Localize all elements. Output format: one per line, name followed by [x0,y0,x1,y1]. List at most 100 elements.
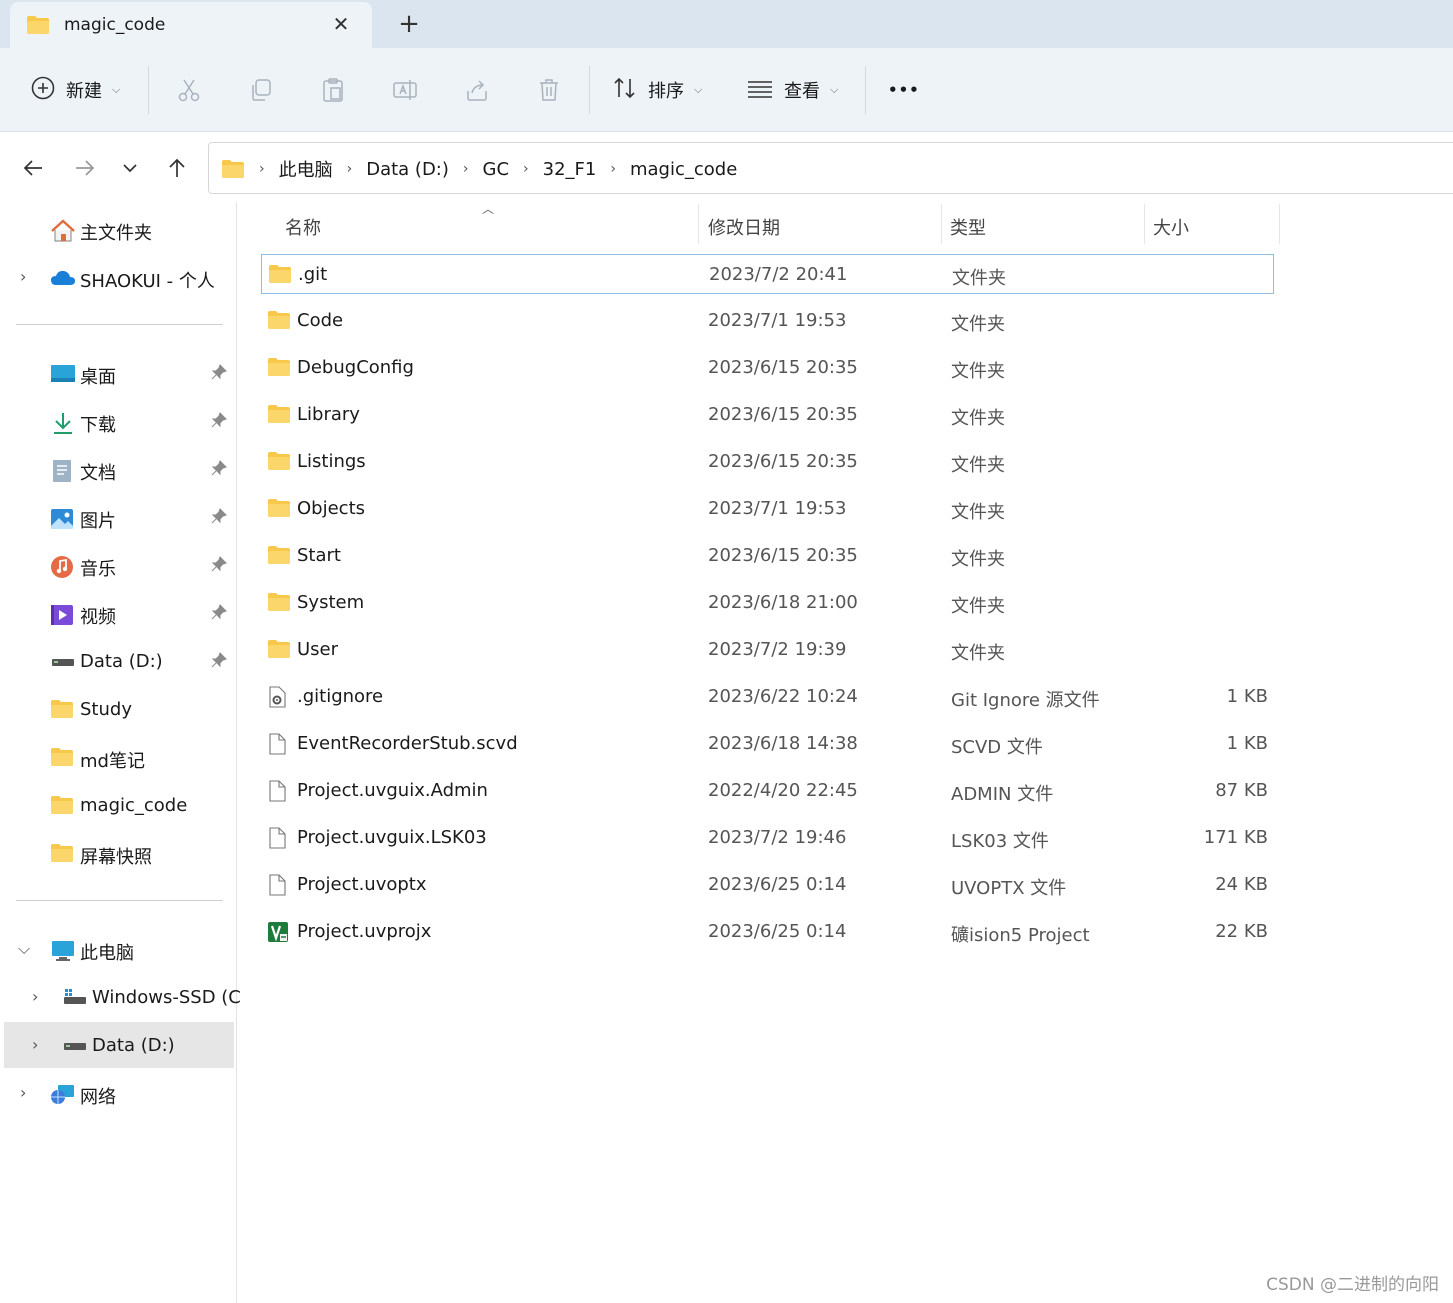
folder-icon [267,451,291,475]
view-button[interactable]: 查看 ⌵ [746,70,838,110]
file-row[interactable]: Start 2023/6/15 20:35 文件夹 [261,536,1274,576]
breadcrumb: › 此电脑 › Data (D:) › GC › 32_F1 › magic_c… [221,156,737,182]
delete-button[interactable] [531,72,567,108]
pin-icon[interactable] [211,652,227,672]
tab-magic-code[interactable]: magic_code ✕ [10,2,372,48]
file-row[interactable]: .gitignore 2023/6/22 10:24 Git Ignore 源文件 1… [261,677,1274,717]
sidebar-item-onedrive[interactable]: › SHAOKUI - 个人 [0,254,234,300]
chevron-down-icon[interactable]: ⌵ [18,939,30,959]
new-tab-button[interactable]: + [394,9,424,39]
trash-icon [540,79,558,101]
pin-icon[interactable] [211,364,227,384]
column-divider[interactable] [1144,204,1145,244]
folder-icon [267,639,291,663]
back-button[interactable] [15,150,51,186]
sidebar-item-pictures[interactable]: 图片 [0,494,234,540]
file-row[interactable]: EventRecorderStub.scvd 2023/6/18 14:38 SCV… [261,724,1274,764]
pictures-icon [50,507,74,529]
forward-button[interactable] [67,150,103,186]
sidebar-item-data-drive[interactable]: Data (D:) [0,638,234,684]
sidebar-item-study[interactable]: Study [0,686,234,732]
navigation-pane: 主文件夹 › SHAOKUI - 个人 桌面 下载 文档 图片 音乐 视频 Da… [0,202,241,1303]
sidebar-item-data-d[interactable]: › Data (D:) [4,1022,234,1068]
sort-button[interactable]: 排序 ⌵ [612,70,702,110]
breadcrumb-item[interactable]: Data (D:) [366,159,449,180]
folder-icon [267,592,291,616]
pin-icon[interactable] [211,556,227,576]
file-row[interactable]: Project.uvoptx 2023/6/25 0:14 UVOPTX 文件 24 … [261,865,1274,905]
column-date[interactable]: 修改日期 [708,214,780,240]
network-icon [50,1083,74,1105]
address-bar[interactable]: › 此电脑 › Data (D:) › GC › 32_F1 › magic_c… [208,142,1453,194]
column-divider[interactable] [941,204,942,244]
file-type: LSK03 文件 [951,831,1049,852]
sidebar-item-label: md笔记 [80,751,145,772]
more-options-button[interactable]: ••• [888,70,920,110]
paste-button[interactable] [315,72,351,108]
breadcrumb-item[interactable]: 32_F1 [543,159,597,180]
file-row[interactable]: Library 2023/6/15 20:35 文件夹 [261,395,1274,435]
breadcrumb-item[interactable]: 此电脑 [279,156,333,182]
recent-locations-button[interactable] [112,150,148,186]
sidebar-item-screenshots[interactable]: 屏幕快照 [0,830,234,876]
folder-icon [26,15,50,39]
sidebar-item-network[interactable]: › 网络 [0,1070,234,1116]
breadcrumb-item[interactable]: magic_code [630,159,737,180]
sidebar-item-downloads[interactable]: 下载 [0,398,234,444]
up-button[interactable] [159,150,195,186]
chevron-right-icon[interactable]: › [32,1035,38,1054]
file-type: 文件夹 [951,643,1005,664]
file-row[interactable]: Listings 2023/6/15 20:35 文件夹 [261,442,1274,482]
folder-icon [267,404,291,428]
cut-button[interactable] [171,72,207,108]
sidebar-item-windows-ssd[interactable]: › Windows-SSD (C [0,974,241,1020]
sort-ascending-icon: ︿ [482,202,495,216]
file-row[interactable]: Objects 2023/7/1 19:53 文件夹 [261,489,1274,529]
chevron-right-icon: › [346,161,353,177]
file-row[interactable]: Project.uvguix.Admin 2022/4/20 22:45 ADMIN… [261,771,1274,811]
column-divider[interactable] [698,204,699,244]
file-row[interactable]: Code 2023/7/1 19:53 文件夹 [261,301,1274,341]
sidebar-item-music[interactable]: 音乐 [0,542,234,588]
file-row[interactable]: .git 2023/7/2 20:41 文件夹 [261,254,1274,294]
video-icon [50,603,74,625]
file-row[interactable]: Project.uvprojx 2023/6/25 0:14 礦ision5 Pro… [261,912,1274,952]
file-type: SCVD 文件 [951,737,1043,758]
chevron-right-icon[interactable]: › [20,1083,26,1102]
file-date-modified: 2023/6/15 20:35 [708,404,858,425]
sidebar-item-home[interactable]: 主文件夹 [0,206,234,252]
file-type: 文件夹 [951,455,1005,476]
sidebar-item-videos[interactable]: 视频 [0,590,234,636]
pin-icon[interactable] [211,508,227,528]
chevron-right-icon[interactable]: › [32,987,38,1006]
copy-button[interactable] [243,72,279,108]
sidebar-item-documents[interactable]: 文档 [0,446,234,492]
share-button[interactable] [459,72,495,108]
breadcrumb-item[interactable]: GC [483,159,510,180]
column-name[interactable]: 名称 [285,214,321,240]
sidebar-item-md-notes[interactable]: md笔记 [0,734,234,780]
column-header: 名称 ︿ 修改日期 类型 大小 [260,202,1280,248]
file-name: User [297,639,339,660]
file-type: ADMIN 文件 [951,784,1054,805]
rename-button[interactable] [387,72,423,108]
column-size[interactable]: 大小 [1153,214,1189,240]
file-row[interactable]: Project.uvguix.LSK03 2023/7/2 19:46 LSK03 … [261,818,1274,858]
pin-icon[interactable] [211,604,227,624]
pin-icon[interactable] [211,412,227,432]
file-name: Project.uvprojx [297,921,432,942]
file-row[interactable]: DebugConfig 2023/6/15 20:35 文件夹 [261,348,1274,388]
pin-icon[interactable] [211,460,227,480]
sidebar-item-magic-code[interactable]: magic_code [0,782,234,828]
column-divider[interactable] [1279,204,1280,244]
sidebar-item-this-pc[interactable]: ⌵ 此电脑 [0,926,234,972]
file-name: Project.uvoptx [297,874,427,895]
column-type[interactable]: 类型 [950,214,986,240]
new-button[interactable]: 新建 ⌵ [30,70,120,110]
sidebar-item-desktop[interactable]: 桌面 [0,350,234,396]
chevron-down-icon [123,164,137,173]
chevron-right-icon[interactable]: › [20,267,26,286]
close-icon[interactable]: ✕ [328,11,354,37]
file-row[interactable]: System 2023/6/18 21:00 文件夹 [261,583,1274,623]
file-row[interactable]: User 2023/7/2 19:39 文件夹 [261,630,1274,670]
